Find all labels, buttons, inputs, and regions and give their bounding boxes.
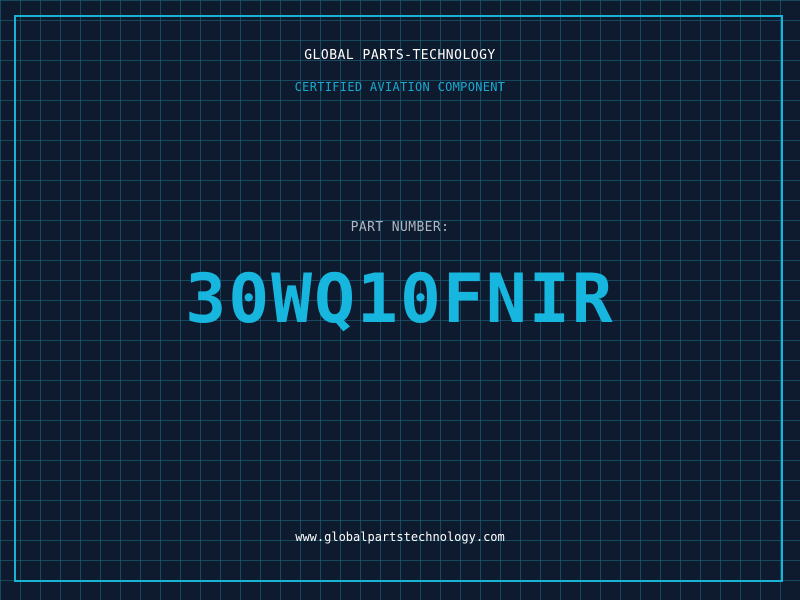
company-name: GLOBAL PARTS-TECHNOLOGY [304, 48, 496, 63]
part-number-value: 30WQ10FNIR [185, 260, 615, 339]
certificate-card: GLOBAL PARTS-TECHNOLOGY CERTIFIED AVIATI… [0, 0, 800, 600]
website-url[interactable]: www.globalpartstechnology.com [0, 530, 800, 544]
company-tagline: CERTIFIED AVIATION COMPONENT [294, 80, 506, 94]
part-number-label: PART NUMBER: [350, 220, 450, 235]
